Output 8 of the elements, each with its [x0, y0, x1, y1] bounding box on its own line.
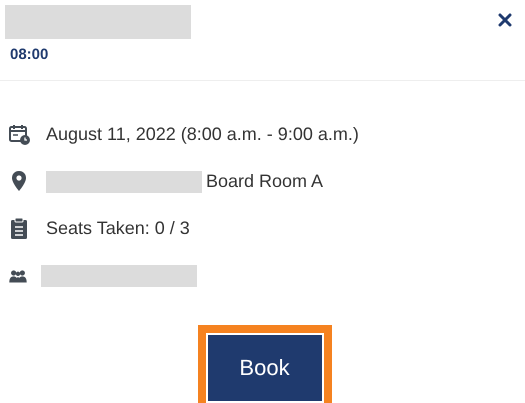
book-button[interactable]: Book: [198, 325, 332, 403]
close-icon[interactable]: [497, 12, 513, 28]
date-text: August 11, 2022 (8:00 a.m. - 9:00 a.m.): [46, 124, 359, 145]
seats-text: Seats Taken: 0 / 3: [46, 218, 190, 239]
clipboard-icon: [8, 217, 30, 240]
calendar-clock-icon: [8, 123, 30, 146]
time-label: 08:00: [10, 46, 50, 63]
location-text: Board Room A: [206, 171, 324, 192]
